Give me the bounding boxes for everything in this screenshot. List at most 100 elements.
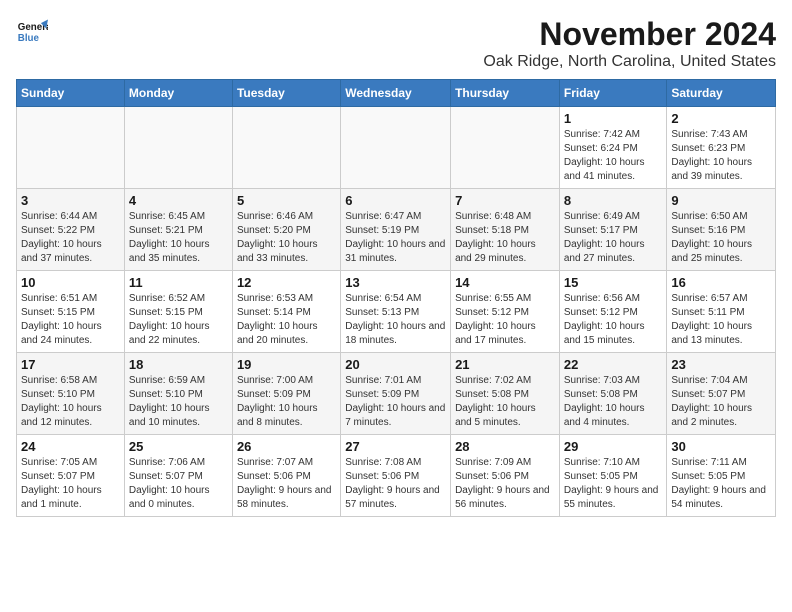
day-cell: 4 Sunrise: 6:45 AMSunset: 5:21 PMDaylight… — [124, 189, 232, 271]
day-cell: 15 Sunrise: 6:56 AMSunset: 5:12 PMDayligh… — [559, 271, 667, 353]
day-number: 7 — [455, 193, 555, 208]
svg-text:Blue: Blue — [18, 33, 40, 44]
title-area: November 2024 Oak Ridge, North Carolina,… — [483, 16, 776, 71]
day-info: Sunrise: 6:50 AMSunset: 5:16 PMDaylight:… — [671, 210, 771, 266]
day-info: Sunrise: 7:03 AMSunset: 5:08 PMDaylight:… — [564, 374, 663, 430]
day-info: Sunrise: 7:08 AMSunset: 5:06 PMDaylight:… — [345, 456, 446, 512]
week-row-5: 24 Sunrise: 7:05 AMSunset: 5:07 PMDayligh… — [17, 435, 776, 517]
day-number: 4 — [129, 193, 228, 208]
week-row-4: 17Sunrise: 6:58 AMSunset: 5:10 PMDayligh… — [17, 353, 776, 435]
day-cell: 27Sunrise: 7:08 AMSunset: 5:06 PMDayligh… — [341, 435, 451, 517]
day-info: Sunrise: 7:01 AMSunset: 5:09 PMDaylight:… — [345, 374, 446, 430]
day-info: Sunrise: 6:46 AMSunset: 5:20 PMDaylight:… — [237, 210, 336, 266]
day-info: Sunrise: 7:11 AMSunset: 5:05 PMDaylight:… — [671, 456, 771, 512]
day-cell: 18 Sunrise: 6:59 AMSunset: 5:10 PMDayligh… — [124, 353, 232, 435]
day-info: Sunrise: 6:51 AMSunset: 5:15 PMDaylight:… — [21, 292, 120, 348]
day-number: 21 — [455, 357, 555, 372]
day-info: Sunrise: 6:57 AMSunset: 5:11 PMDaylight:… — [671, 292, 771, 348]
day-info: Sunrise: 7:02 AMSunset: 5:08 PMDaylight:… — [455, 374, 555, 430]
day-cell — [124, 107, 232, 189]
day-info: Sunrise: 7:43 AMSunset: 6:23 PMDaylight:… — [671, 128, 771, 184]
day-info: Sunrise: 7:09 AMSunset: 5:06 PMDaylight:… — [455, 456, 555, 512]
day-number: 6 — [345, 193, 446, 208]
day-info: Sunrise: 7:00 AMSunset: 5:09 PMDaylight:… — [237, 374, 336, 430]
day-number: 20 — [345, 357, 446, 372]
day-cell: 22 Sunrise: 7:03 AMSunset: 5:08 PMDayligh… — [559, 353, 667, 435]
day-info: Sunrise: 7:06 AMSunset: 5:07 PMDaylight:… — [129, 456, 228, 512]
week-row-1: 1 Sunrise: 7:42 AMSunset: 6:24 PMDaylight… — [17, 107, 776, 189]
day-cell: 21 Sunrise: 7:02 AMSunset: 5:08 PMDayligh… — [451, 353, 560, 435]
day-info: Sunrise: 6:58 AMSunset: 5:10 PMDaylight:… — [21, 374, 120, 430]
day-cell — [451, 107, 560, 189]
day-number: 5 — [237, 193, 336, 208]
day-cell: 7 Sunrise: 6:48 AMSunset: 5:18 PMDaylight… — [451, 189, 560, 271]
location-title: Oak Ridge, North Carolina, United States — [483, 53, 776, 71]
day-cell: 26Sunrise: 7:07 AMSunset: 5:06 PMDayligh… — [232, 435, 340, 517]
day-info: Sunrise: 6:52 AMSunset: 5:15 PMDaylight:… — [129, 292, 228, 348]
day-cell: 19 Sunrise: 7:00 AMSunset: 5:09 PMDayligh… — [232, 353, 340, 435]
day-cell: 17Sunrise: 6:58 AMSunset: 5:10 PMDayligh… — [17, 353, 125, 435]
day-info: Sunrise: 6:48 AMSunset: 5:18 PMDaylight:… — [455, 210, 555, 266]
day-cell: 30 Sunrise: 7:11 AMSunset: 5:05 PMDayligh… — [667, 435, 776, 517]
day-number: 25 — [129, 439, 228, 454]
week-row-2: 3Sunrise: 6:44 AMSunset: 5:22 PMDaylight… — [17, 189, 776, 271]
day-cell: 9 Sunrise: 6:50 AMSunset: 5:16 PMDaylight… — [667, 189, 776, 271]
day-number: 11 — [129, 275, 228, 290]
day-number: 8 — [564, 193, 663, 208]
day-number: 15 — [564, 275, 663, 290]
day-cell: 25 Sunrise: 7:06 AMSunset: 5:07 PMDayligh… — [124, 435, 232, 517]
header-saturday: Saturday — [667, 80, 776, 107]
calendar-table: SundayMondayTuesdayWednesdayThursdayFrid… — [16, 79, 776, 517]
header-sunday: Sunday — [17, 80, 125, 107]
calendar-header-row: SundayMondayTuesdayWednesdayThursdayFrid… — [17, 80, 776, 107]
day-number: 10 — [21, 275, 120, 290]
day-number: 28 — [455, 439, 555, 454]
month-title: November 2024 — [483, 16, 776, 53]
day-number: 12 — [237, 275, 336, 290]
day-info: Sunrise: 6:56 AMSunset: 5:12 PMDaylight:… — [564, 292, 663, 348]
day-number: 18 — [129, 357, 228, 372]
day-cell: 13 Sunrise: 6:54 AMSunset: 5:13 PMDayligh… — [341, 271, 451, 353]
day-number: 19 — [237, 357, 336, 372]
day-number: 22 — [564, 357, 663, 372]
day-info: Sunrise: 7:10 AMSunset: 5:05 PMDaylight:… — [564, 456, 663, 512]
day-cell: 23 Sunrise: 7:04 AMSunset: 5:07 PMDayligh… — [667, 353, 776, 435]
day-info: Sunrise: 6:47 AMSunset: 5:19 PMDaylight:… — [345, 210, 446, 266]
day-cell: 3Sunrise: 6:44 AMSunset: 5:22 PMDaylight… — [17, 189, 125, 271]
day-number: 2 — [671, 111, 771, 126]
day-cell: 16Sunrise: 6:57 AMSunset: 5:11 PMDayligh… — [667, 271, 776, 353]
day-cell: 12Sunrise: 6:53 AMSunset: 5:14 PMDayligh… — [232, 271, 340, 353]
day-info: Sunrise: 7:04 AMSunset: 5:07 PMDaylight:… — [671, 374, 771, 430]
day-number: 26 — [237, 439, 336, 454]
day-cell: 1 Sunrise: 7:42 AMSunset: 6:24 PMDaylight… — [559, 107, 667, 189]
day-cell: 10 Sunrise: 6:51 AMSunset: 5:15 PMDayligh… — [17, 271, 125, 353]
day-number: 24 — [21, 439, 120, 454]
header: General Blue November 2024 Oak Ridge, No… — [16, 16, 776, 71]
header-tuesday: Tuesday — [232, 80, 340, 107]
day-number: 1 — [564, 111, 663, 126]
header-monday: Monday — [124, 80, 232, 107]
day-cell — [17, 107, 125, 189]
day-number: 30 — [671, 439, 771, 454]
logo: General Blue — [16, 16, 48, 48]
day-number: 13 — [345, 275, 446, 290]
day-cell: 11 Sunrise: 6:52 AMSunset: 5:15 PMDayligh… — [124, 271, 232, 353]
day-cell: 29 Sunrise: 7:10 AMSunset: 5:05 PMDayligh… — [559, 435, 667, 517]
day-info: Sunrise: 6:55 AMSunset: 5:12 PMDaylight:… — [455, 292, 555, 348]
day-info: Sunrise: 6:54 AMSunset: 5:13 PMDaylight:… — [345, 292, 446, 348]
day-cell: 6 Sunrise: 6:47 AMSunset: 5:19 PMDaylight… — [341, 189, 451, 271]
day-number: 29 — [564, 439, 663, 454]
day-info: Sunrise: 6:44 AMSunset: 5:22 PMDaylight:… — [21, 210, 120, 266]
day-cell — [341, 107, 451, 189]
day-info: Sunrise: 7:05 AMSunset: 5:07 PMDaylight:… — [21, 456, 120, 512]
day-info: Sunrise: 6:45 AMSunset: 5:21 PMDaylight:… — [129, 210, 228, 266]
day-info: Sunrise: 6:59 AMSunset: 5:10 PMDaylight:… — [129, 374, 228, 430]
day-cell: 20 Sunrise: 7:01 AMSunset: 5:09 PMDayligh… — [341, 353, 451, 435]
day-number: 9 — [671, 193, 771, 208]
day-cell — [232, 107, 340, 189]
header-thursday: Thursday — [451, 80, 560, 107]
day-number: 14 — [455, 275, 555, 290]
day-number: 23 — [671, 357, 771, 372]
day-cell: 8Sunrise: 6:49 AMSunset: 5:17 PMDaylight… — [559, 189, 667, 271]
day-info: Sunrise: 7:42 AMSunset: 6:24 PMDaylight:… — [564, 128, 663, 184]
